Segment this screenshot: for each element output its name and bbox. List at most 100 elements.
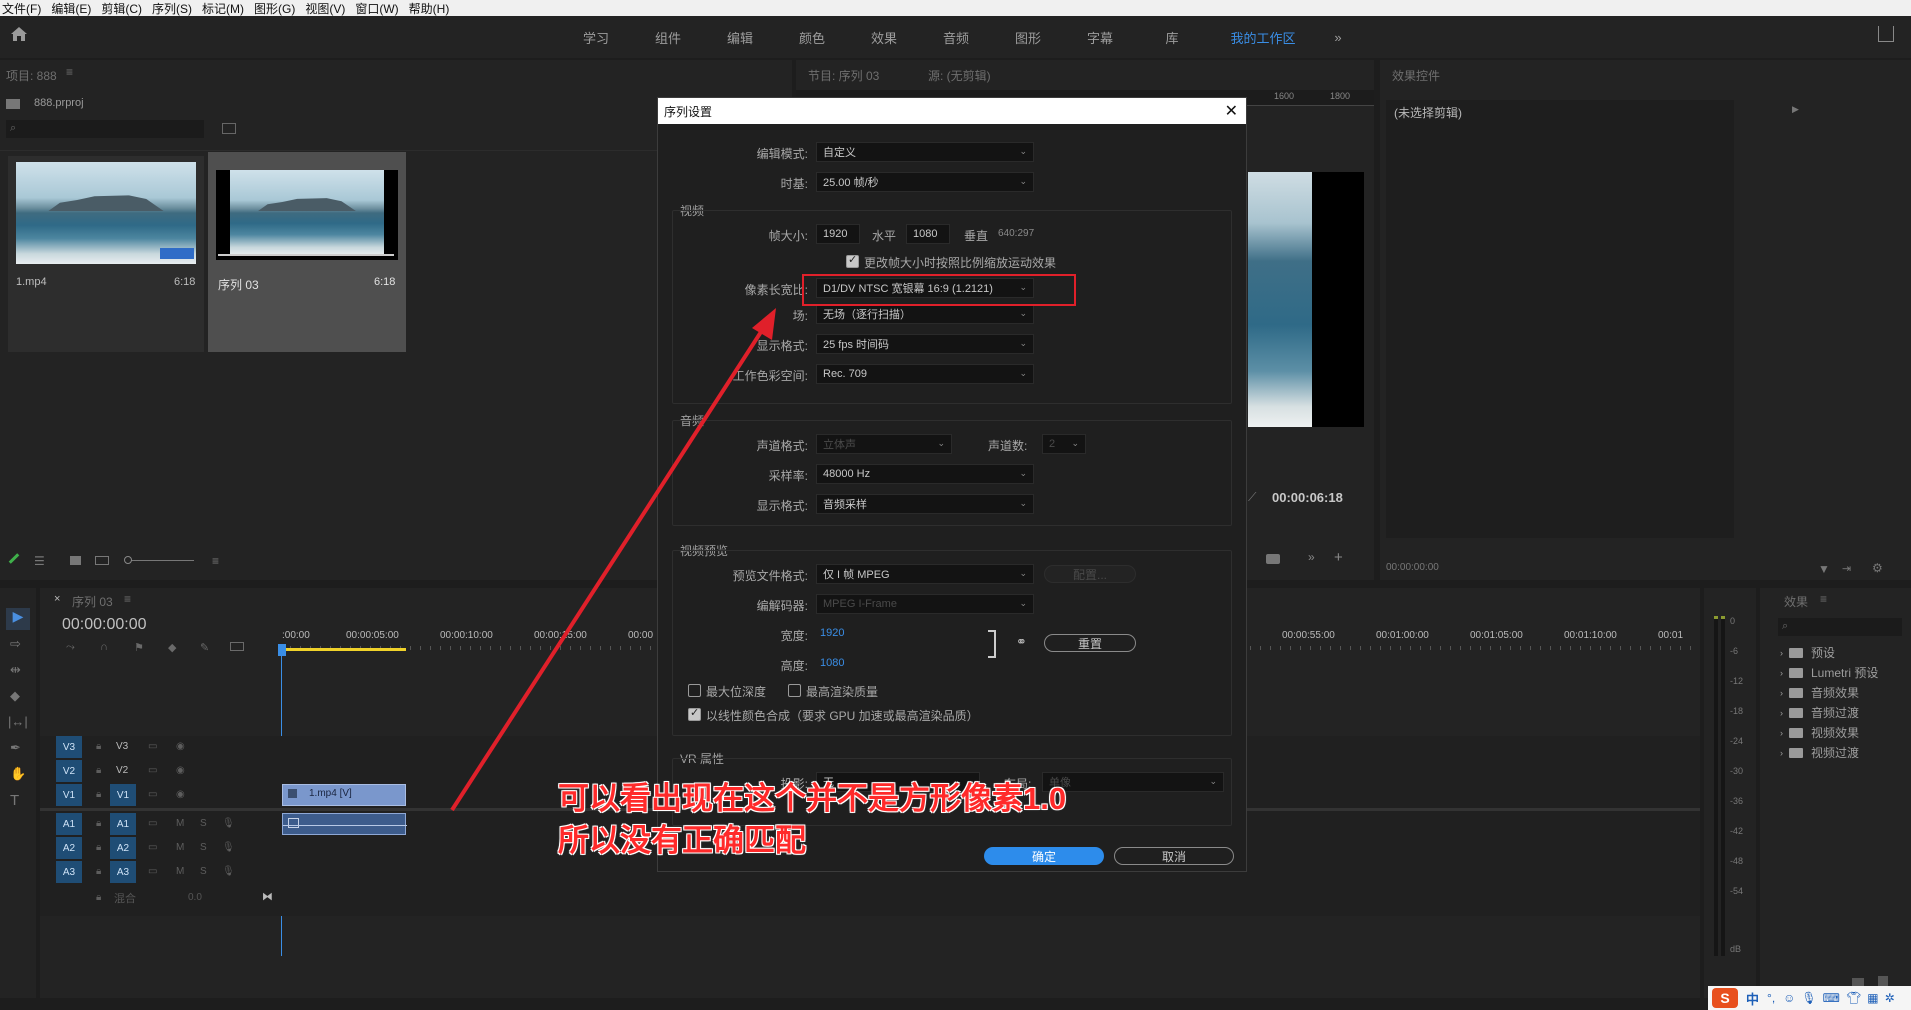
marker-icon[interactable]: ◆ — [168, 641, 176, 654]
workspace-tab-audio[interactable]: 音频 — [920, 28, 992, 47]
track-target-a2[interactable]: A2 — [110, 837, 136, 859]
sync-lock-icon[interactable]: ▭ — [148, 842, 157, 853]
track-select-tool-icon[interactable]: ⇨ — [10, 636, 21, 652]
mic-icon[interactable]: 🎙︎ — [222, 842, 235, 853]
play-arrow-icon[interactable]: ▶ — [1792, 104, 1799, 115]
snap-icon[interactable]: ⤳ — [66, 641, 75, 654]
workspace-tab-editing[interactable]: 编辑 — [704, 28, 776, 47]
project-search-input[interactable] — [6, 120, 204, 138]
fields-select[interactable]: 无场（逐行扫描） ⌄ — [816, 304, 1034, 324]
effects-search-input[interactable] — [1778, 618, 1902, 636]
source-patch-v1[interactable]: V1 — [56, 784, 82, 806]
project-panel-title[interactable]: 项目: 888 — [6, 67, 57, 84]
track-source-a2[interactable]: A2 — [56, 837, 82, 859]
sync-lock-icon[interactable]: ▭ — [148, 866, 157, 877]
solo-button[interactable]: S — [200, 866, 207, 877]
freeform-view-icon[interactable] — [95, 556, 109, 565]
menu-markers[interactable]: 标记(M) — [200, 0, 252, 17]
zoom-slider[interactable] — [126, 560, 194, 561]
track-target-v2[interactable]: V2 — [56, 760, 82, 782]
playhead-handle[interactable] — [278, 644, 286, 656]
work-area-bar[interactable] — [282, 648, 406, 651]
menu-clip[interactable]: 剪辑(C) — [99, 0, 150, 17]
home-icon[interactable] — [10, 26, 28, 42]
reset-button[interactable]: 重置 — [1044, 634, 1136, 652]
timeline-timecode[interactable]: 00:00:00:00 — [62, 616, 147, 634]
eye-icon[interactable]: ◉ — [176, 789, 185, 800]
list-view-icon[interactable]: ☰ — [34, 554, 45, 568]
linked-icon[interactable]: ⚑ — [134, 641, 144, 654]
workspace-tab-learn[interactable]: 学习 — [560, 28, 632, 47]
grid-icon[interactable]: ▦ — [1867, 991, 1878, 1005]
mute-button[interactable]: M — [176, 866, 184, 877]
sync-lock-icon[interactable]: ▭ — [148, 789, 157, 800]
menu-sequence[interactable]: 序列(S) — [150, 0, 200, 17]
workspace-tab-captions[interactable]: 字幕 — [1064, 28, 1136, 47]
preview-width-value[interactable]: 1920 — [820, 627, 844, 639]
ripple-edit-tool-icon[interactable]: ⇹ — [10, 662, 21, 678]
color-space-select[interactable]: Rec. 709 ⌄ — [816, 364, 1034, 384]
track-target-a3[interactable]: A3 — [110, 861, 136, 883]
effects-item-video-effects[interactable]: › 视频效果 — [1780, 724, 1859, 741]
codec-select[interactable]: MPEG I-Frame ⌄ — [816, 594, 1034, 614]
program-timecode[interactable]: 00:00:06:18 — [1272, 490, 1343, 505]
icon-view-icon[interactable] — [70, 556, 81, 565]
menu-graphics[interactable]: 图形(G) — [252, 0, 303, 17]
ime-language-toggle[interactable]: 中 — [1746, 989, 1759, 1008]
close-icon[interactable]: × — [54, 593, 60, 605]
zoom-slider-handle[interactable] — [124, 556, 132, 564]
source-monitor-tab[interactable]: 源: (无剪辑) — [928, 67, 991, 84]
track-target-v3[interactable]: V3 — [56, 736, 82, 758]
sync-lock-icon[interactable]: ▭ — [148, 765, 157, 776]
mute-button[interactable]: M — [176, 818, 184, 829]
hand-tool-icon[interactable]: ✋ — [10, 766, 26, 782]
sort-icon[interactable]: ≡ — [212, 554, 219, 568]
lock-icon[interactable]: 🔒︎ — [96, 842, 101, 853]
timeline-tab[interactable]: 序列 03 — [72, 593, 113, 610]
keyboard-icon[interactable]: ⌨ — [1823, 991, 1840, 1005]
type-tool-icon[interactable]: T — [10, 792, 19, 809]
panel-menu-icon[interactable]: ≡ — [124, 592, 131, 606]
menu-edit[interactable]: 编辑(E) — [49, 0, 99, 17]
camera-icon[interactable] — [1266, 554, 1280, 564]
scale-motion-checkbox[interactable] — [846, 253, 859, 268]
project-item-sequence-03[interactable]: 序列 03 6:18 — [208, 152, 406, 352]
selection-tool-icon[interactable]: ▶ — [6, 608, 30, 630]
lock-icon[interactable]: 🔒︎ — [96, 765, 101, 776]
new-bin-icon[interactable] — [222, 123, 236, 134]
panel-menu-icon[interactable]: ≡ — [66, 65, 73, 79]
lock-icon[interactable]: 🔒︎ — [96, 789, 101, 800]
pencil-icon[interactable] — [8, 553, 20, 564]
workspace-tab-graphics[interactable]: 图形 — [992, 28, 1064, 47]
pen-tool-icon[interactable]: ✒ — [10, 740, 21, 756]
track-source-a3[interactable]: A3 — [56, 861, 82, 883]
punctuation-icon[interactable]: °, — [1767, 991, 1775, 1005]
effects-panel-title[interactable]: 效果 — [1784, 593, 1808, 610]
lock-icon[interactable]: 🔒︎ — [96, 866, 101, 877]
export-icon[interactable]: ⇥ — [1842, 562, 1851, 575]
wrench-icon[interactable]: ⟋ — [1248, 490, 1256, 505]
slip-tool-icon[interactable]: |↔| — [8, 714, 28, 729]
sample-rate-select[interactable]: 48000 Hz ⌄ — [816, 464, 1034, 484]
mic-icon[interactable]: 🎙︎ — [1801, 991, 1816, 1005]
razor-tool-icon[interactable]: ◆ — [10, 688, 20, 704]
menu-file[interactable]: 文件(F) — [0, 0, 49, 17]
workspace-tab-effects[interactable]: 效果 — [848, 28, 920, 47]
channel-format-select[interactable]: 立体声 ⌄ — [816, 434, 952, 454]
workspace-tab-my-workspace[interactable]: 我的工作区 — [1208, 28, 1318, 47]
solo-button[interactable]: S — [200, 818, 207, 829]
frame-height-input[interactable]: 1080 — [906, 224, 950, 244]
audio-clip[interactable] — [282, 813, 407, 835]
workspace-overflow-icon[interactable]: » — [1318, 30, 1358, 45]
lock-icon[interactable]: 🔒︎ — [96, 818, 101, 829]
sogou-logo[interactable]: S — [1712, 988, 1738, 1008]
mix-value[interactable]: 0.0 — [188, 892, 202, 903]
mic-icon[interactable]: 🎙︎ — [222, 818, 235, 829]
link-icon[interactable]: ⚭ — [1016, 634, 1027, 650]
channel-count-select[interactable]: 2 ⌄ — [1042, 434, 1086, 454]
sync-lock-icon[interactable]: ▭ — [148, 818, 157, 829]
track-target-v1[interactable]: V1 — [110, 784, 136, 806]
settings-icon[interactable]: ⚙ — [1872, 561, 1883, 575]
effect-controls-title[interactable]: 效果控件 — [1392, 67, 1440, 84]
frame-width-input[interactable]: 1920 — [816, 224, 860, 244]
